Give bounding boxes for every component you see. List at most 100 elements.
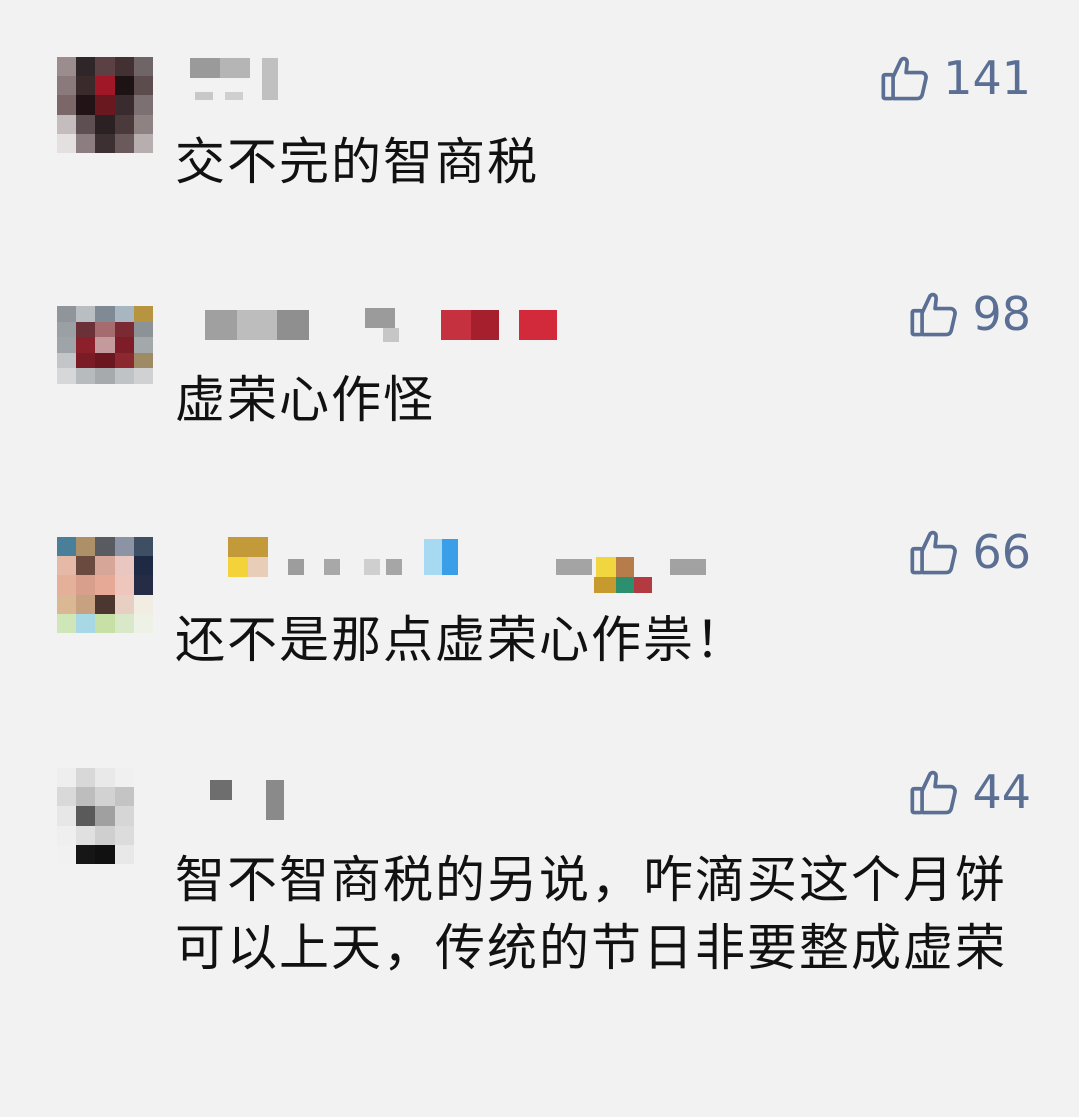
avatar-pixel: [76, 556, 96, 576]
avatar-pixel: [76, 594, 96, 614]
like-count: 141: [943, 51, 1031, 105]
avatar-pixel: [76, 114, 96, 134]
avatar-pixel: [114, 787, 134, 807]
avatar-pixel: [76, 787, 96, 807]
avatar-pixel: [133, 556, 153, 576]
like-button[interactable]: 44: [908, 766, 1031, 818]
avatar-pixel: [114, 594, 134, 614]
avatar-pixel: [133, 352, 153, 369]
avatar-pixel: [57, 594, 77, 614]
avatar-pixel: [114, 575, 134, 595]
avatar-pixel: [57, 57, 77, 77]
avatar-pixel: [133, 321, 153, 338]
avatar-pixel: [133, 537, 153, 557]
avatar[interactable]: [57, 306, 153, 384]
avatar-pixel: [57, 352, 77, 369]
avatar-pixel: [95, 95, 115, 115]
avatar-pixel: [76, 537, 96, 557]
avatar-pixel: [95, 556, 115, 576]
avatar-pixel: [76, 844, 96, 864]
avatar-pixel: [57, 114, 77, 134]
avatar-pixel: [114, 337, 134, 353]
username-blurred[interactable]: [190, 58, 290, 100]
avatar[interactable]: [57, 537, 153, 633]
avatar-pixel: [95, 306, 115, 322]
avatar-pixel: [133, 95, 153, 115]
avatar-pixel: [76, 368, 96, 384]
avatar-pixel: [76, 806, 96, 826]
avatar-pixel: [57, 306, 77, 322]
username-blurred[interactable]: [205, 308, 565, 342]
avatar[interactable]: [57, 57, 153, 153]
avatar-pixel: [114, 306, 134, 322]
avatar-pixel: [76, 337, 96, 353]
avatar-pixel: [95, 613, 115, 633]
avatar-pixel: [95, 57, 115, 77]
like-count: 66: [972, 525, 1031, 579]
like-button[interactable]: 98: [908, 288, 1031, 340]
avatar-pixel: [57, 575, 77, 595]
avatar-pixel: [114, 114, 134, 134]
like-count: 44: [972, 765, 1031, 819]
avatar-pixel: [95, 825, 115, 845]
avatar-pixel: [57, 844, 77, 864]
like-count: 98: [972, 287, 1031, 341]
avatar-pixel: [133, 594, 153, 614]
avatar-pixel: [76, 76, 96, 96]
avatar-pixel: [57, 768, 77, 788]
thumbs-up-icon: [881, 56, 929, 101]
avatar-pixel: [133, 768, 153, 788]
avatar-pixel: [133, 76, 153, 96]
avatar-pixel: [133, 306, 153, 322]
avatar-pixel: [114, 321, 134, 338]
avatar-pixel: [114, 844, 134, 864]
comment-text: 智不智商税的另说，咋滴买这个月饼可以上天，传统的节日非要整成虚荣: [175, 851, 1007, 977]
comment-text: 还不是那点虚荣心作祟！: [175, 611, 747, 669]
avatar-pixel: [114, 768, 134, 788]
avatar-pixel: [114, 76, 134, 96]
like-button[interactable]: 141: [879, 52, 1031, 104]
avatar-pixel: [95, 368, 115, 384]
avatar-pixel: [114, 368, 134, 384]
username-blurred[interactable]: [228, 537, 718, 593]
avatar-pixel: [57, 321, 77, 338]
avatar-pixel: [76, 613, 96, 633]
avatar-pixel: [57, 537, 77, 557]
like-button[interactable]: 66: [908, 526, 1031, 578]
avatar-pixel: [76, 768, 96, 788]
avatar-pixel: [57, 95, 77, 115]
thumbs-up-icon: [910, 770, 958, 815]
avatar-pixel: [57, 76, 77, 96]
avatar-pixel: [114, 133, 134, 153]
avatar-pixel: [133, 57, 153, 77]
avatar-pixel: [114, 613, 134, 633]
avatar-pixel: [114, 95, 134, 115]
avatar-pixel: [133, 575, 153, 595]
avatar-pixel: [57, 825, 77, 845]
avatar-pixel: [95, 337, 115, 353]
avatar-pixel: [114, 556, 134, 576]
avatar-pixel: [114, 352, 134, 369]
avatar-pixel: [114, 57, 134, 77]
avatar-pixel: [57, 337, 77, 353]
avatar-pixel: [95, 768, 115, 788]
avatar-pixel: [76, 575, 96, 595]
avatar-pixel: [95, 352, 115, 369]
avatar-pixel: [95, 133, 115, 153]
avatar-pixel: [57, 806, 77, 826]
avatar[interactable]: [57, 768, 153, 864]
avatar-pixel: [76, 825, 96, 845]
avatar-pixel: [95, 575, 115, 595]
avatar-pixel: [76, 133, 96, 153]
avatar-pixel: [57, 368, 77, 384]
avatar-pixel: [57, 787, 77, 807]
avatar-pixel: [76, 57, 96, 77]
avatar-pixel: [133, 825, 153, 845]
avatar-pixel: [133, 613, 153, 633]
comment-text: 虚荣心作怪: [175, 371, 435, 429]
username-blurred[interactable]: [210, 780, 290, 820]
thumbs-up-icon: [910, 530, 958, 575]
avatar-pixel: [133, 806, 153, 826]
avatar-pixel: [133, 337, 153, 353]
avatar-pixel: [95, 537, 115, 557]
